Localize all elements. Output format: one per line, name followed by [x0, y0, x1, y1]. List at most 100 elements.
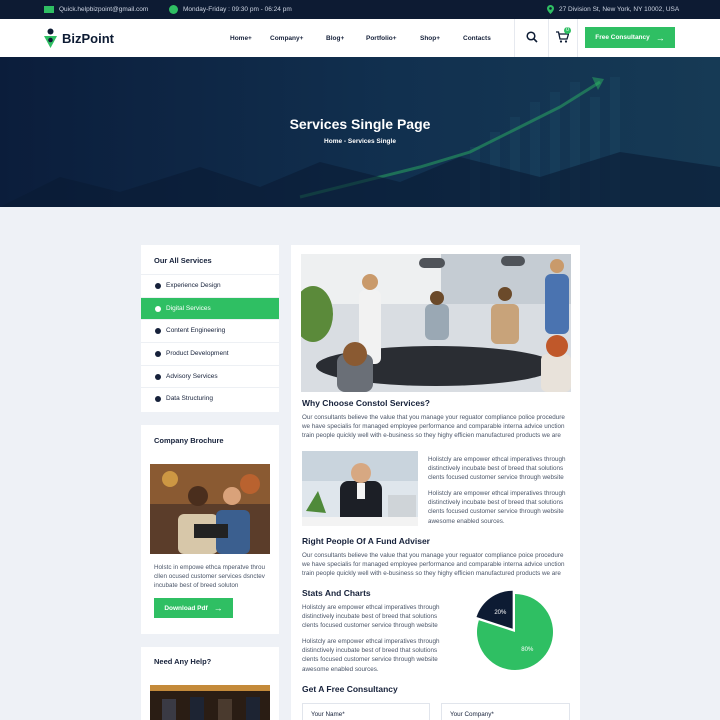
pie-slice-label: 80%	[521, 647, 534, 653]
why-choose-text: Our consultants believe the value that y…	[302, 413, 574, 441]
email-text: Quick.helpbizpoint@gmail.com	[59, 6, 149, 13]
adviser-line: Holistcly are empower ethcal imperatives…	[428, 456, 566, 463]
why-choose-title: Why Choose Constol Services?	[302, 398, 430, 408]
top-info-bar: Quick.helpbizpoint@gmail.com Monday-Frid…	[0, 0, 720, 19]
free-consultancy-label: Free Consultancy	[595, 34, 650, 41]
nav-portfolio[interactable]: Portfolio+	[366, 35, 397, 42]
adviser-line: clents focused customer service through …	[428, 508, 564, 516]
stats-line: distinctively incubate best of breed tha…	[302, 647, 438, 655]
adviser-photo	[302, 451, 418, 526]
adviser-line: clents focused customer service through …	[428, 474, 564, 482]
nav-company[interactable]: Company+	[270, 35, 303, 42]
meeting-photo	[301, 254, 571, 392]
header-divider-2	[548, 19, 549, 57]
sidebar-item-label: Product Development	[166, 350, 229, 357]
chevron-circle-icon	[155, 373, 161, 380]
consultancy-title: Get A Free Consultancy	[302, 684, 398, 694]
fund-adviser-text: Our consultants believe the value that y…	[302, 551, 574, 579]
adviser-text-1: Holistcly are empower ethcal imperatives…	[428, 455, 573, 483]
address-text: 27 Division St, New York, NY 10002, USA	[559, 6, 680, 13]
why-line: Our consultants believe the value that y…	[302, 414, 565, 421]
mail-icon	[44, 6, 54, 13]
nav-home[interactable]: Home+	[230, 35, 252, 42]
adviser-line: distinctively incubate best of breed tha…	[428, 499, 564, 507]
location-pin-icon	[547, 5, 554, 14]
stats-text-1: Holistcly are empower ethcal imperatives…	[302, 603, 447, 631]
sidebar-item-content-engineering[interactable]: Content Engineering	[141, 319, 279, 341]
company-field-placeholder: Your Company*	[450, 710, 494, 718]
nav-blog[interactable]: Blog+	[326, 35, 344, 42]
brochure-line: cllen ocused customer services dsnctev	[154, 573, 265, 581]
name-field-placeholder: Your Name*	[311, 710, 345, 718]
nav-contacts[interactable]: Contacts	[463, 35, 491, 42]
hours-info: Monday-Friday : 09:30 pm - 06:24 pm	[169, 0, 292, 19]
header-divider-3	[577, 19, 578, 57]
download-pdf-label: Download Pdf	[164, 604, 208, 612]
why-line: we have specialis for managed employee p…	[302, 423, 565, 431]
adviser-text-2: Holistcly are empower ethcal imperatives…	[428, 489, 573, 526]
clock-icon	[169, 5, 178, 14]
stats-line: clents focused customer service through …	[302, 656, 438, 664]
address-info: 27 Division St, New York, NY 10002, USA	[547, 0, 679, 19]
stats-line: distinctively incubate best of breed tha…	[302, 613, 438, 621]
header-divider	[514, 19, 515, 57]
hero-growth-graphic	[0, 77, 720, 207]
sidebar-item-label: Advisory Services	[166, 373, 218, 380]
company-field[interactable]: Your Company*	[441, 703, 570, 720]
name-field[interactable]: Your Name*	[302, 703, 430, 720]
sidebar-item-data-structuring[interactable]: Data Structuring	[141, 387, 279, 409]
services-card: Our All Services Experience Design Digit…	[141, 245, 279, 412]
sidebar-item-label: Digital Services	[166, 305, 211, 312]
nav-shop[interactable]: Shop+	[420, 35, 440, 42]
services-card-title: Our All Services	[154, 256, 212, 265]
stats-line: Holistcly are empower ethcal imperatives…	[302, 638, 440, 645]
brochure-card: Company Brochure Holstc in empowe ethca …	[141, 425, 279, 634]
stats-pie-chart: 20% 80%	[476, 590, 553, 670]
chevron-circle-icon	[155, 305, 161, 312]
download-pdf-button[interactable]: Download Pdf →	[154, 598, 233, 618]
search-icon[interactable]	[526, 31, 538, 43]
adviser-line: Holistcly are empower ethcal imperatives…	[428, 490, 566, 497]
arrow-right-icon: →	[213, 603, 223, 613]
fund-adviser-title: Right People Of A Fund Adviser	[302, 536, 430, 546]
fund-line: we have specialis for managed employee p…	[302, 561, 565, 569]
why-line: train people quickly well with e-busines…	[302, 432, 561, 440]
hours-text: Monday-Friday : 09:30 pm - 06:24 pm	[183, 6, 292, 13]
stats-text-2: Holistcly are empower ethcal imperatives…	[302, 637, 447, 674]
fund-line: train people quickly well with e-busines…	[302, 570, 561, 578]
brochure-line: incubate best of breed soluton	[154, 582, 239, 590]
stats-line: clents focused customer service through …	[302, 622, 438, 630]
brochure-card-title: Company Brochure	[154, 436, 224, 445]
help-card: Need Any Help?	[141, 647, 279, 720]
sidebar-item-experience-design[interactable]: Experience Design	[141, 274, 279, 296]
brochure-photo	[150, 464, 270, 554]
breadcrumb: Home - Services Single	[324, 138, 396, 145]
chevron-circle-icon	[155, 327, 161, 334]
email-info[interactable]: Quick.helpbizpoint@gmail.com	[44, 0, 148, 19]
stats-line: awesome enabled sources.	[302, 665, 379, 673]
sidebar-item-digital-services[interactable]: Digital Services	[141, 297, 279, 319]
chevron-circle-icon	[155, 282, 161, 289]
page-title: Services Single Page	[289, 116, 431, 132]
sidebar-item-label: Content Engineering	[166, 327, 226, 334]
cart-count-badge: 0	[564, 27, 571, 34]
chevron-circle-icon	[155, 395, 161, 402]
adviser-line: distinctively incubate best of breed tha…	[428, 465, 564, 473]
fund-line: Our consultants believe the value that y…	[302, 552, 564, 559]
sidebar-item-advisory-services[interactable]: Advisory Services	[141, 365, 279, 387]
page-hero	[0, 57, 720, 207]
help-photo	[150, 685, 270, 720]
stats-title: Stats And Charts	[302, 588, 371, 598]
brochure-line: Holstc in empowe ethca mperatve throu	[154, 564, 265, 571]
sidebar-item-product-development[interactable]: Product Development	[141, 342, 279, 364]
help-card-title: Need Any Help?	[154, 657, 212, 666]
sidebar-item-label: Experience Design	[166, 282, 221, 289]
adviser-line: awesome enabled sources.	[428, 517, 505, 525]
pie-slice-label: 20%	[494, 610, 507, 616]
arrow-right-icon: →	[655, 32, 665, 43]
sidebar-item-label: Data Structuring	[166, 395, 213, 402]
stats-line: Holistcly are empower ethcal imperatives…	[302, 604, 440, 611]
chevron-circle-icon	[155, 350, 161, 357]
brochure-text: Holstc in empowe ethca mperatve throu cl…	[154, 563, 274, 591]
free-consultancy-button[interactable]: Free Consultancy →	[585, 27, 675, 48]
